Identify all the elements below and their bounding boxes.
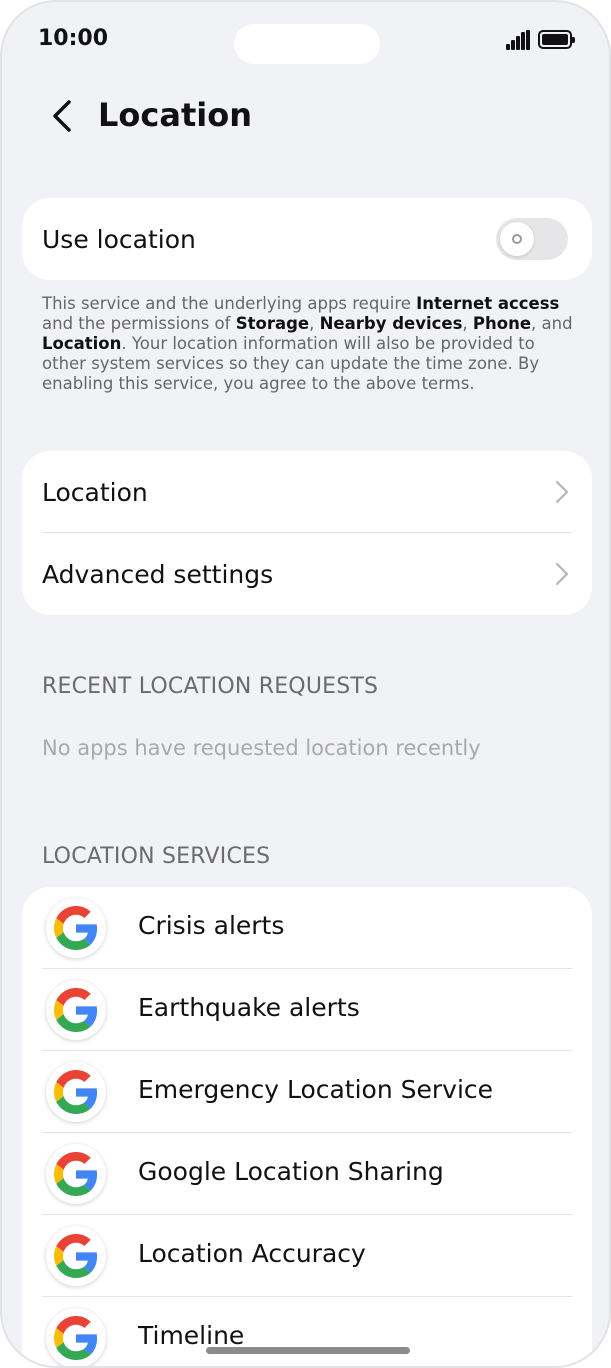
battery-icon xyxy=(538,30,575,49)
use-location-card: Use location xyxy=(22,198,592,280)
status-time: 10:00 xyxy=(38,26,109,51)
recent-requests-header: RECENT LOCATION REQUESTS xyxy=(42,674,379,699)
service-item-label: Earthquake alerts xyxy=(138,993,360,1022)
service-item-timeline[interactable]: Timeline xyxy=(22,1297,592,1366)
chevron-right-icon xyxy=(555,562,569,586)
status-bar: 10:00 xyxy=(2,2,609,82)
phone-frame: 10:00 Location Use location This service… xyxy=(0,0,611,1368)
service-item-emergency-location[interactable]: Emergency Location Service xyxy=(22,1051,592,1133)
page-title: Location xyxy=(98,96,252,134)
terms-text-part: This service and the underlying apps req… xyxy=(42,294,417,313)
settings-item-location[interactable]: Location xyxy=(22,451,592,533)
terms-internet-access: Internet access xyxy=(416,294,560,313)
home-indicator[interactable] xyxy=(206,1347,410,1354)
signal-icon xyxy=(506,30,530,50)
service-item-label: Crisis alerts xyxy=(138,911,285,940)
terms-text: This service and the underlying apps req… xyxy=(42,294,578,394)
settings-item-label: Location xyxy=(42,477,148,507)
terms-nearby-devices: Nearby devices xyxy=(319,314,463,333)
service-item-label: Timeline xyxy=(138,1321,245,1350)
use-location-toggle[interactable] xyxy=(496,218,568,260)
google-g-icon xyxy=(46,898,106,958)
service-item-crisis-alerts[interactable]: Crisis alerts xyxy=(22,887,592,969)
terms-phone: Phone xyxy=(472,314,532,333)
location-services-card: Crisis alerts Earthquake alerts Emergenc… xyxy=(22,887,592,1366)
settings-item-advanced[interactable]: Advanced settings xyxy=(22,533,592,615)
chevron-right-icon xyxy=(555,480,569,504)
chevron-left-icon xyxy=(53,100,71,132)
service-item-location-accuracy[interactable]: Location Accuracy xyxy=(22,1215,592,1297)
service-item-label: Google Location Sharing xyxy=(138,1157,444,1186)
use-location-label: Use location xyxy=(42,224,196,254)
terms-text-part: , and xyxy=(531,314,573,333)
terms-text-part: , xyxy=(309,314,320,333)
service-item-label: Emergency Location Service xyxy=(138,1075,494,1104)
location-services-header: LOCATION SERVICES xyxy=(42,844,271,869)
google-g-icon xyxy=(46,980,106,1040)
google-g-icon xyxy=(46,1226,106,1286)
toggle-knob xyxy=(500,222,534,256)
back-button[interactable] xyxy=(42,94,82,138)
google-g-icon xyxy=(46,1062,106,1122)
camera-notch xyxy=(234,24,380,64)
service-item-label: Location Accuracy xyxy=(138,1239,366,1268)
terms-location: Location xyxy=(42,334,122,353)
google-g-icon xyxy=(46,1144,106,1204)
terms-text-part: and the permissions of xyxy=(42,314,236,333)
service-item-google-location-sharing[interactable]: Google Location Sharing xyxy=(22,1133,592,1215)
terms-storage: Storage xyxy=(235,314,310,333)
terms-text-part: , xyxy=(462,314,473,333)
recent-requests-empty: No apps have requested location recently xyxy=(42,736,481,760)
page-header: Location xyxy=(2,82,609,152)
settings-item-label: Advanced settings xyxy=(42,559,274,589)
service-item-earthquake-alerts[interactable]: Earthquake alerts xyxy=(22,969,592,1051)
google-g-icon xyxy=(46,1308,106,1366)
use-location-row[interactable]: Use location xyxy=(22,198,592,280)
settings-card: Location Advanced settings xyxy=(22,451,592,615)
